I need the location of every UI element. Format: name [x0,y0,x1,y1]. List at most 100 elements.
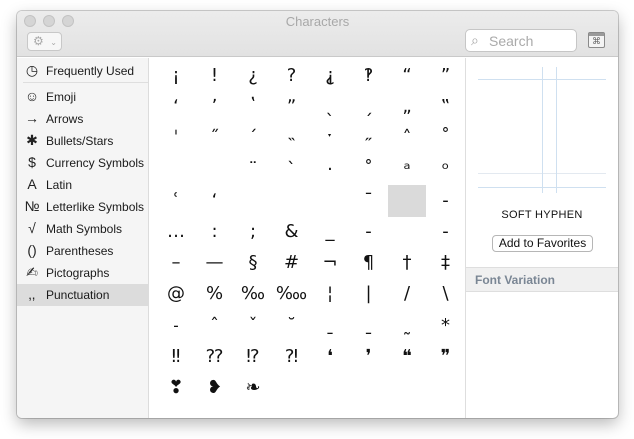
character-cell[interactable]: ‡ [427,247,465,279]
character-cell[interactable]: % [196,278,234,310]
character-cell [157,154,195,186]
character-cell[interactable]: ˊ [234,122,272,154]
character-cell[interactable]: ‑ [427,216,465,248]
panel-divider [465,58,466,418]
clock-icon: ◷ [25,62,39,78]
character-cell[interactable]: ‱ [273,278,311,310]
font-variation-header[interactable]: Font Variation [466,267,618,292]
character-cell[interactable]: ˵ [273,122,311,154]
character-cell[interactable]: : [196,216,234,248]
character-cell[interactable]: \ [427,278,465,310]
character-cell[interactable]: ‐ [350,216,388,248]
character-cell[interactable]: & [273,216,311,248]
sidebar-item-punctuation[interactable]: ‚, Punctuation [17,284,148,306]
character-cell[interactable]: ❝ [388,341,426,373]
sidebar-item-frequently-used[interactable]: ◷ Frequently Used [17,60,148,82]
action-menu-button[interactable]: ⚙ ⌄ [27,32,62,51]
character-cell[interactable]: ¦ [311,278,349,310]
character-cell[interactable]: ❥ [196,372,234,404]
character-cell[interactable]: ˘ [273,310,311,342]
sidebar-item-latin[interactable]: A Latin [17,174,148,196]
character-cell[interactable]: — [196,247,234,279]
character-cell[interactable]: ⸘ [311,60,349,92]
character-cell[interactable]: ʼ [196,91,234,123]
sidebar-item-letterlike-symbols[interactable]: № Letterlike Symbols [17,196,148,218]
character-cell[interactable]: · [311,154,349,186]
character-cell[interactable]: ⁈ [273,341,311,373]
character-cell[interactable]: ˋ [273,154,311,186]
character-cell[interactable]: – [157,247,195,279]
character-cell[interactable]: ; [234,216,272,248]
character-cell[interactable]: ❛ [311,341,349,373]
character-cell[interactable]: ˇ [234,310,272,342]
character-cell[interactable]: # [273,247,311,279]
character-cell[interactable]: ˎ [311,91,349,123]
character-cell[interactable]: ¡ [157,60,195,92]
character-cell[interactable]: ˄ [388,122,426,154]
character-cell[interactable]: ˏ [350,91,388,123]
character-viewer-button[interactable]: ⌘ [588,32,605,48]
character-cell[interactable]: ! [196,60,234,92]
character-cell[interactable]: ˍ [311,310,349,342]
character-cell[interactable]: ¬ [311,247,349,279]
character-cell[interactable]: ᵃ [388,154,426,186]
sidebar-item-emoji[interactable]: ☺ Emoji [17,86,148,108]
sidebar-item-pictographs[interactable]: ✍ Pictographs [17,262,148,284]
sidebar-item-math-symbols[interactable]: √ Math Symbols [17,218,148,240]
character-cell[interactable]: ­ [388,216,426,248]
character-cell[interactable]: § [234,247,272,279]
character-cell[interactable]: … [157,216,195,248]
character-cell[interactable]: ʻ [157,91,195,123]
preview-guide-advance [556,67,557,193]
character-cell[interactable]: ˚ [427,122,465,154]
character-cell[interactable]: ˍ [350,310,388,342]
character-cell[interactable]: ʿ [157,185,195,217]
character-cell[interactable]: * [427,310,465,342]
character-cell[interactable]: ˚ [350,154,388,186]
character-cell[interactable]: ᵒ [427,154,465,186]
character-cell[interactable]: ʻ [196,185,234,217]
search-field[interactable]: ⌕ Search [465,29,577,52]
character-cell[interactable]: @ [157,278,195,310]
character-cell [273,185,311,217]
character-cell[interactable]: ˈ [157,122,195,154]
character-cell[interactable]: ¿ [234,60,272,92]
character-cell[interactable]: ˆ [196,310,234,342]
sidebar-item-parentheses[interactable]: () Parentheses [17,240,148,262]
character-cell[interactable]: / [388,278,426,310]
character-cell[interactable]: | [350,278,388,310]
character-cell[interactable]: † [388,247,426,279]
character-cell[interactable]: ❣ [157,372,195,404]
character-cell[interactable]: ⁇ [196,341,234,373]
character-cell[interactable]: ¨ [234,154,272,186]
character-cell[interactable]: ˮ [273,91,311,123]
character-cell[interactable]: ¶ [350,247,388,279]
character-cell[interactable]: „ [388,91,426,123]
character-cell[interactable]: ‽ [350,60,388,92]
sidebar-item-arrows[interactable]: → Arrows [17,108,148,130]
character-cell[interactable]: ❧ [234,372,272,404]
character-cell[interactable]: ¯ [350,185,388,217]
character-cell[interactable]: _ [311,216,349,248]
character-cell[interactable]: ‐ [427,185,465,217]
character-cell[interactable]: ‰ [234,278,272,310]
character-cell[interactable]: ˗ [157,310,195,342]
character-cell[interactable]: ❞ [427,341,465,373]
add-to-favorites-button[interactable]: Add to Favorites [492,235,593,252]
character-cell[interactable]: ˷ [388,310,426,342]
character-cell[interactable]: ‟ [427,91,465,123]
character-cell[interactable]: ❜ [350,341,388,373]
character-cell[interactable]: ­ [388,184,426,217]
character-cell[interactable]: ʽ [234,91,272,123]
latin-a-icon: A [27,176,37,192]
character-cell[interactable]: ? [273,60,311,92]
character-cell[interactable]: ‼ [157,341,195,373]
character-cell[interactable]: ˝ [196,122,234,154]
character-cell[interactable]: “ [388,60,426,92]
sidebar-item-currency-symbols[interactable]: $ Currency Symbols [17,152,148,174]
character-cell[interactable]: ˶ [350,122,388,154]
character-cell[interactable]: ˑ [311,122,349,154]
character-cell[interactable]: ⁉ [234,341,272,373]
sidebar-item-bullets-stars[interactable]: ✱ Bullets/Stars [17,130,148,152]
character-cell[interactable]: ” [427,60,465,92]
